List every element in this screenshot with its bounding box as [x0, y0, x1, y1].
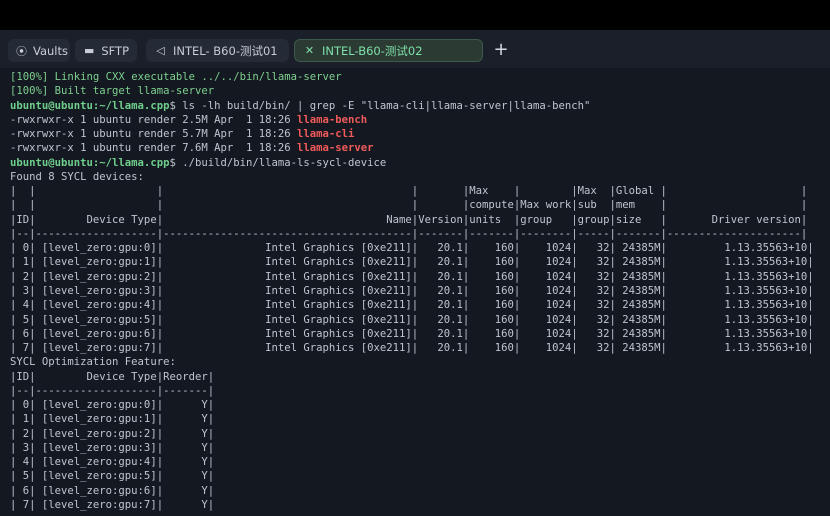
terminal-text: | 0| [level_zero:gpu:0]| Intel Graphics … [10, 242, 814, 255]
terminal-icon: ◁ [156, 44, 165, 57]
terminal-line: | | | | |compute|Max work|sub |mem | | [10, 198, 825, 212]
terminal-line: -rwxrwxr-x 1 ubuntu render 7.6M Apr 1 18… [10, 141, 825, 155]
terminal-line: -rwxrwxr-x 1 ubuntu render 5.7M Apr 1 18… [10, 127, 825, 141]
terminal-line: | 0| [level_zero:gpu:0]| Y| [10, 398, 825, 412]
terminal-text: | 6| [level_zero:gpu:6]| Intel Graphics … [10, 327, 814, 340]
terminal-line: | 1| [level_zero:gpu:1]| Intel Graphics … [10, 255, 825, 269]
terminal-line: | 6| [level_zero:gpu:6]| Y| [10, 484, 825, 498]
terminal-text: | 4| [level_zero:gpu:4]| Intel Graphics … [10, 299, 814, 312]
terminal-text: | 5| [level_zero:gpu:5]| Y| [10, 470, 215, 483]
terminal-text: |ID| Device Type| Name|Version|units |gr… [10, 213, 808, 226]
terminal-line: | 5| [level_zero:gpu:5]| Intel Graphics … [10, 313, 825, 327]
window-top-bar [0, 0, 830, 30]
terminal-text: Found 8 SYCL devices: [10, 170, 144, 183]
terminal-line: | 4| [level_zero:gpu:4]| Intel Graphics … [10, 298, 825, 312]
terminal-line: | | | | |Max | |Max |Global | | [10, 184, 825, 198]
tab-bar: ⦿ Vaults ▬ SFTP ◁ INTEL- B60-测试01 ✕ INTE… [0, 30, 830, 68]
terminal-line: | 3| [level_zero:gpu:3]| Intel Graphics … [10, 284, 825, 298]
terminal-line: | 7| [level_zero:gpu:7]| Intel Graphics … [10, 341, 825, 355]
tab-label: INTEL-B60-测试02 [322, 43, 423, 58]
terminal-text: | | | | |Max | |Max |Global | | [10, 185, 808, 198]
new-tab-button[interactable]: + [492, 40, 510, 60]
terminal-text: | 7| [level_zero:gpu:7]| Y| [10, 498, 215, 511]
terminal-text: | 3| [level_zero:gpu:3]| Intel Graphics … [10, 284, 814, 297]
terminal-text: |ID| Device Type|Reorder| [10, 370, 215, 383]
terminal-text: | 4| [level_zero:gpu:4]| Y| [10, 456, 215, 469]
terminal-text: -rwxrwxr-x 1 ubuntu render 2.5M Apr 1 18… [10, 113, 298, 126]
terminal-line: SYCL Optimization Feature: [10, 355, 825, 369]
terminal-text: |--|-------------------|----------------… [10, 227, 808, 240]
terminal-text: | | | | |compute|Max work|sub |mem | | [10, 199, 808, 212]
folder-icon: ▬ [83, 44, 95, 57]
terminal-text: [100%] Built target llama-server [10, 85, 215, 98]
terminal-line: |ID| Device Type|Reorder| [10, 370, 825, 384]
tab-label: Vaults [33, 43, 69, 58]
terminal-text: |--|-------------------|-------| [10, 384, 215, 397]
terminal-text: Linking CXX executable ../../bin/llama-s… [54, 71, 342, 83]
terminal-line: | 7| [level_zero:gpu:7]| Y| [10, 498, 825, 512]
terminal-text: ubuntu@ubuntu:~/llama.cpp [10, 156, 170, 169]
tab-vaults[interactable]: ⦿ Vaults [8, 39, 70, 62]
terminal-line: ubuntu@ubuntu:~/llama.cpp$ ls -lh build/… [10, 99, 825, 113]
tab-sftp[interactable]: ▬ SFTP [75, 39, 137, 62]
terminal-text: | 0| [level_zero:gpu:0]| Y| [10, 399, 215, 412]
close-icon[interactable]: ✕ [303, 44, 316, 57]
terminal-line: | 5| [level_zero:gpu:5]| Y| [10, 469, 825, 483]
terminal-line: | 1| [level_zero:gpu:1]| Y| [10, 412, 825, 426]
terminal-text: llama-server [297, 142, 374, 155]
terminal-line: [100%] Linking CXX executable ../../bin/… [10, 70, 825, 84]
terminal-line: | 2| [level_zero:gpu:2]| Intel Graphics … [10, 270, 825, 284]
terminal-text: -rwxrwxr-x 1 ubuntu render 5.7M Apr 1 18… [10, 128, 298, 141]
terminal-text: | 1| [level_zero:gpu:1]| Y| [10, 413, 215, 426]
terminal-text: | 6| [level_zero:gpu:6]| Y| [10, 484, 215, 497]
terminal-line: | 0| [level_zero:gpu:0]| Intel Graphics … [10, 241, 825, 255]
terminal-text: [100%] [10, 71, 55, 83]
terminal-text: ubuntu@ubuntu:~/llama.cpp [10, 99, 170, 112]
tab-label: SFTP [101, 43, 129, 58]
terminal-line: |--|-------------------|-------| [10, 384, 825, 398]
terminal-text: | 2| [level_zero:gpu:2]| Intel Graphics … [10, 270, 814, 283]
terminal-text: | 1| [level_zero:gpu:1]| Intel Graphics … [10, 256, 814, 269]
terminal-line: -rwxrwxr-x 1 ubuntu render 2.5M Apr 1 18… [10, 113, 825, 127]
terminal-line: | 6| [level_zero:gpu:6]| Intel Graphics … [10, 327, 825, 341]
terminal-line: [100%] Built target llama-server [10, 84, 825, 98]
terminal-text: -rwxrwxr-x 1 ubuntu render 7.6M Apr 1 18… [10, 142, 298, 155]
terminal-text: llama-bench [297, 113, 368, 126]
terminal-text: | 2| [level_zero:gpu:2]| Y| [10, 427, 215, 440]
terminal-text: | 3| [level_zero:gpu:3]| Y| [10, 441, 215, 454]
terminal-text: $ ./build/bin/llama-ls-sycl-device [169, 156, 387, 169]
terminal-text: | 5| [level_zero:gpu:5]| Intel Graphics … [10, 313, 814, 326]
terminal-line: Found 8 SYCL devices: [10, 170, 825, 184]
tab-label: INTEL- B60-测试01 [173, 43, 278, 58]
terminal-line: | 2| [level_zero:gpu:2]| Y| [10, 427, 825, 441]
vault-icon: ⦿ [16, 44, 27, 58]
terminal-line: |ID| Device Type| Name|Version|units |gr… [10, 213, 825, 227]
terminal-text: | 7| [level_zero:gpu:7]| Intel Graphics … [10, 342, 814, 355]
tab-intel-b60-02[interactable]: ✕ INTEL-B60-测试02 [294, 39, 483, 62]
terminal-line: |--|-------------------|----------------… [10, 227, 825, 241]
terminal-text: llama-cli [297, 128, 355, 141]
terminal-text: $ ls -lh build/bin/ | grep -E "llama-cli… [169, 99, 591, 112]
terminal-output[interactable]: [100%] Linking CXX executable ../../bin/… [10, 70, 825, 516]
terminal-line: | 4| [level_zero:gpu:4]| Y| [10, 455, 825, 469]
terminal-line: ubuntu@ubuntu:~/llama.cpp$ ./build/bin/l… [10, 156, 825, 170]
tab-intel-b60-01[interactable]: ◁ INTEL- B60-测试01 [146, 39, 289, 62]
terminal-text: SYCL Optimization Feature: [10, 356, 176, 369]
terminal-line: | 3| [level_zero:gpu:3]| Y| [10, 441, 825, 455]
